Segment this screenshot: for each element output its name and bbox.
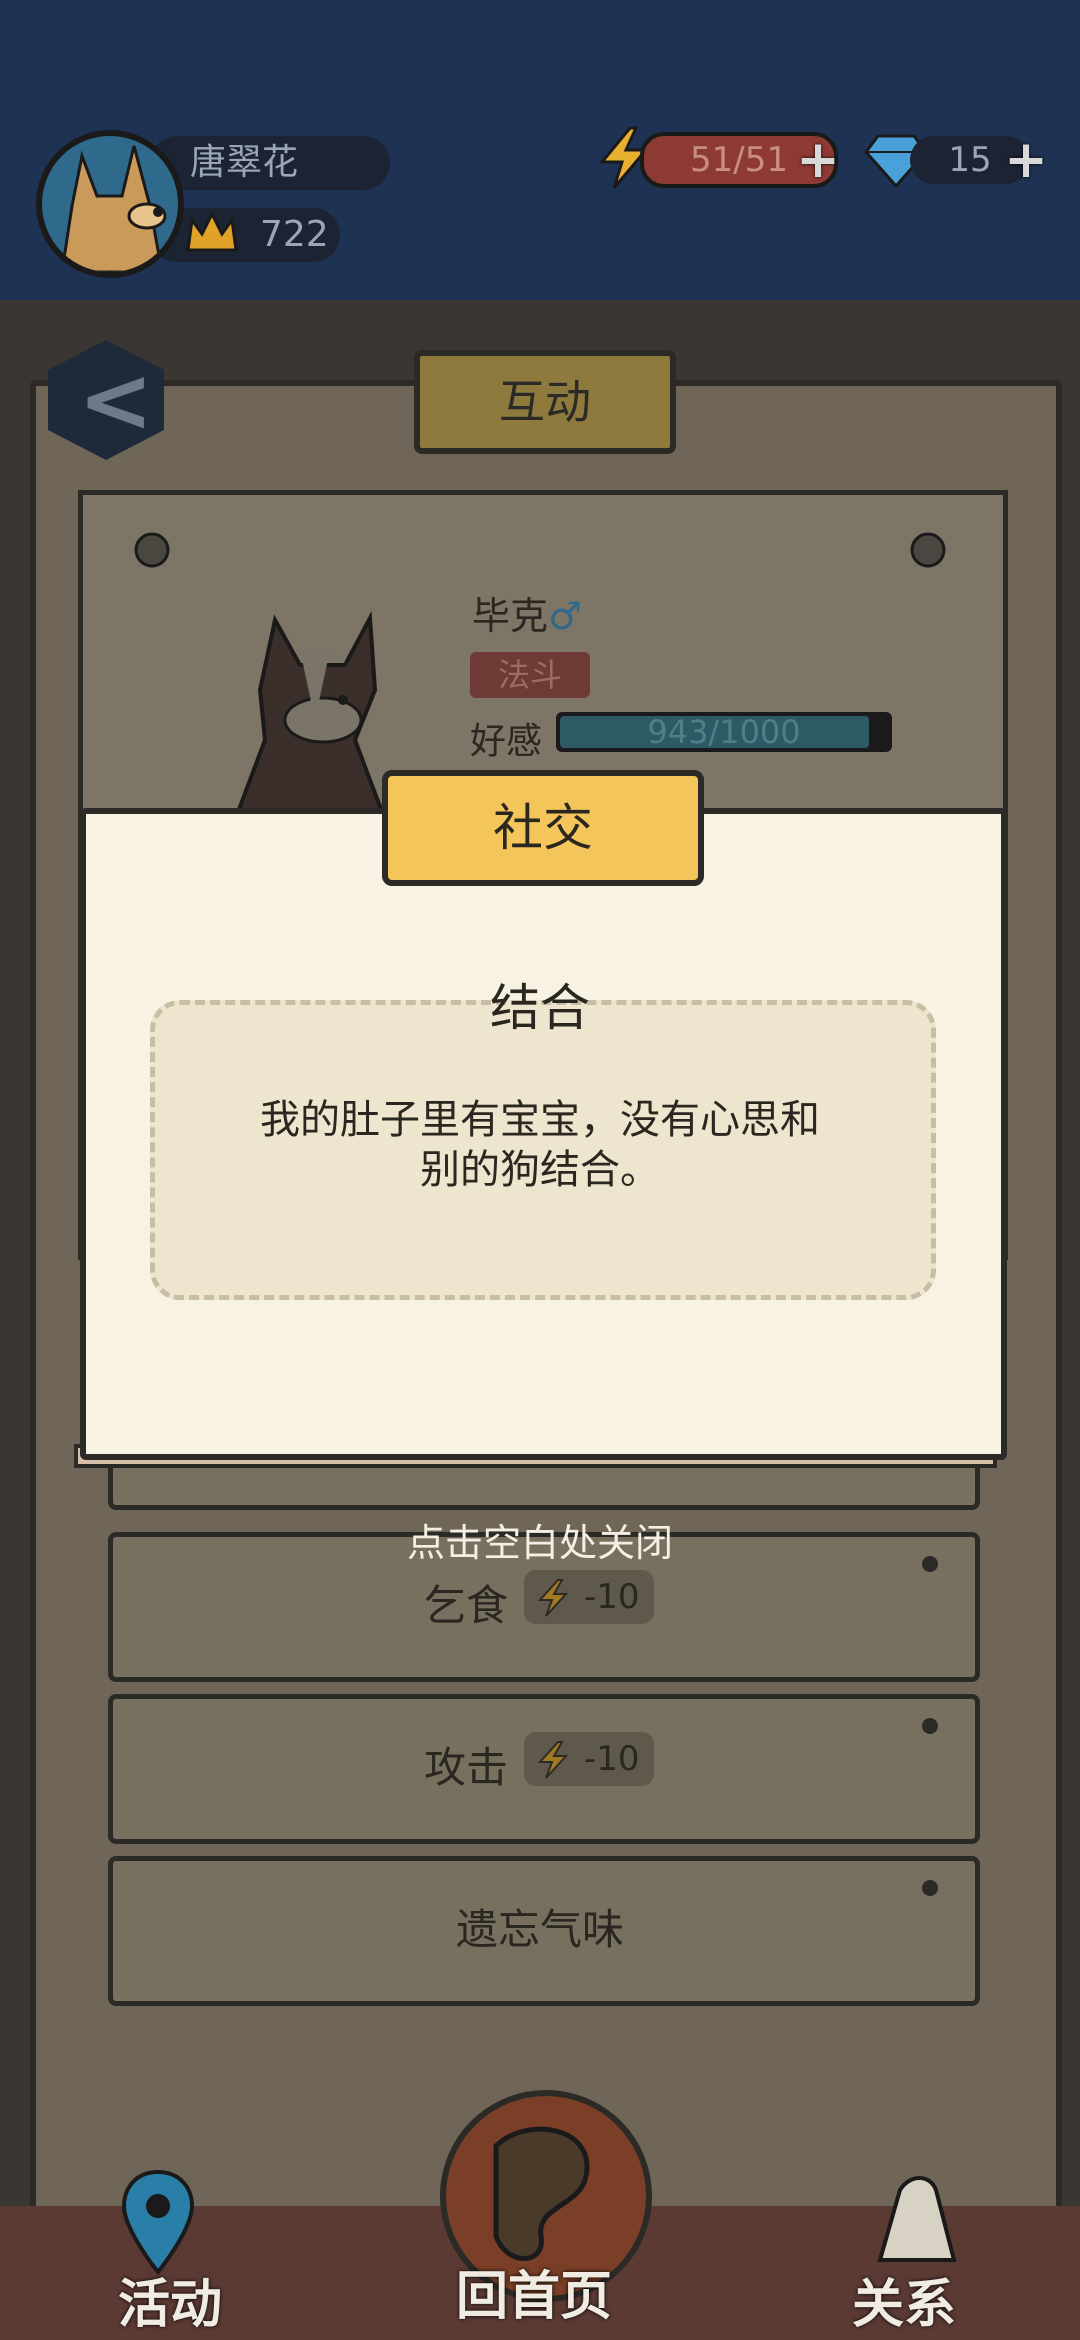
nav-relations[interactable]: 关系	[852, 2262, 956, 2337]
username: 唐翠花	[190, 142, 299, 183]
energy-cost: -10	[584, 1739, 640, 1779]
nav-home[interactable]: 回首页	[456, 2254, 612, 2329]
button-nail	[922, 1880, 938, 1896]
dialog-message: 我的肚子里有宝宝，没有心思和 别的狗结合。	[200, 1095, 880, 1195]
favor-label: 好感	[470, 721, 543, 762]
nav-activities[interactable]: 活动	[118, 2262, 222, 2337]
dialog-message-line: 我的肚子里有宝宝，没有心思和	[260, 1097, 820, 1143]
energy-cost-badge: -10	[524, 1570, 654, 1624]
energy-text: 51/51	[690, 140, 788, 180]
dog-avatar-icon	[60, 145, 167, 272]
add-gems-button[interactable]: +	[1004, 134, 1048, 186]
dog-name: 毕克♂	[472, 585, 582, 640]
pin-icon	[134, 532, 170, 568]
gem-count: 15	[948, 140, 992, 180]
breed-tag: 法斗	[470, 652, 590, 698]
back-arrow-icon: <	[78, 348, 154, 453]
dialog-ribbon-title: 社交	[382, 770, 704, 886]
action-label: 攻击	[424, 1743, 509, 1792]
male-icon: ♂	[548, 594, 583, 638]
handshake-icon	[877, 2176, 957, 2262]
add-energy-button[interactable]: +	[796, 134, 840, 186]
energy-cost: -10	[584, 1577, 640, 1617]
button-nail	[922, 1718, 938, 1734]
energy-icon	[537, 1741, 569, 1779]
energy-icon	[537, 1579, 569, 1617]
action-label: 乞食	[424, 1581, 509, 1630]
crown-icon	[186, 210, 238, 252]
dialog-message-line: 别的狗结合。	[420, 1147, 660, 1193]
favor-value: 943/1000	[647, 713, 801, 751]
pin-icon	[910, 532, 946, 568]
close-hint: 点击空白处关闭	[406, 1521, 673, 1565]
action-label: 遗忘气味	[455, 1905, 624, 1954]
page-title: 互动	[414, 350, 676, 454]
energy-cost-badge: -10	[524, 1732, 654, 1786]
dialog-title: 结合	[490, 979, 590, 1037]
dog-name-text: 毕克	[472, 594, 549, 638]
username-pill: 唐翠花	[150, 136, 390, 190]
avatar[interactable]	[36, 130, 184, 278]
crown-count: 722	[260, 214, 329, 255]
